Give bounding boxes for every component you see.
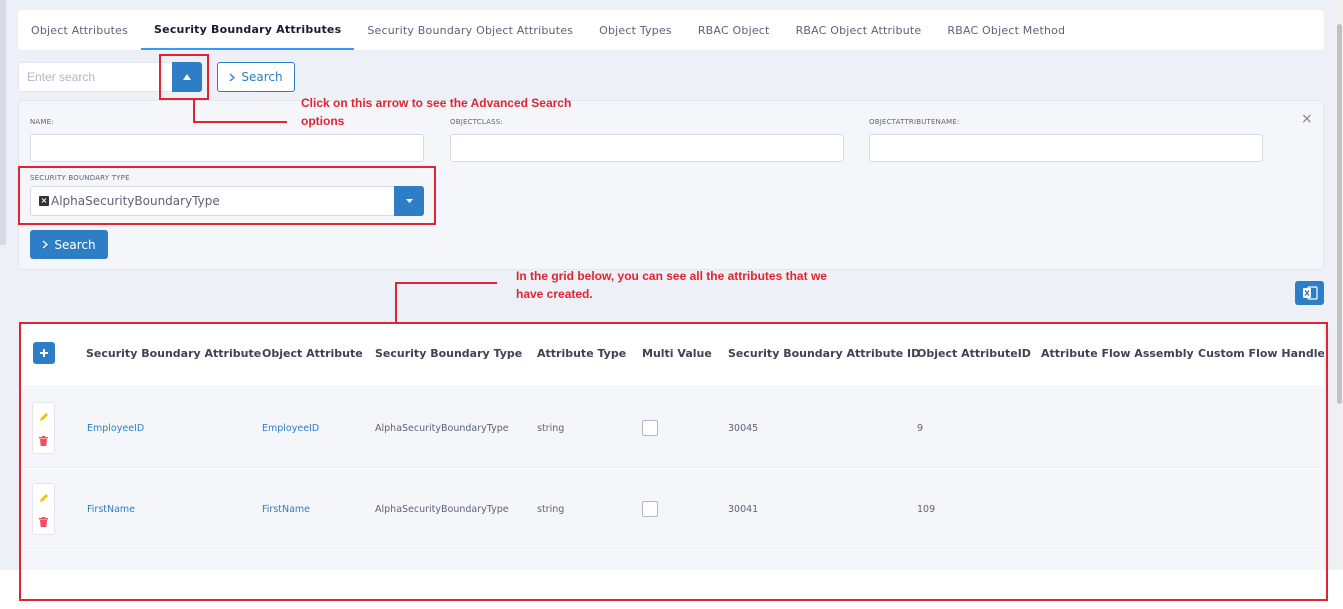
tab-bar: Object Attributes Security Boundary Attr… <box>18 10 1324 50</box>
annotation-highlight-grid <box>19 322 1328 601</box>
objectattributename-label: OBJECTATTRIBUTENAME: <box>869 118 960 126</box>
advanced-search-button-label: Search <box>54 237 96 252</box>
annotation-highlight-arrow <box>159 54 209 100</box>
chevron-right-icon <box>42 240 49 249</box>
page-scrollbar[interactable] <box>1336 0 1343 570</box>
search-input[interactable] <box>18 62 173 92</box>
objectclass-label: OBJECTCLASS: <box>450 118 503 126</box>
advanced-search-button[interactable]: Search <box>30 230 108 259</box>
tab-rbac-object-attribute[interactable]: RBAC Object Attribute <box>783 10 935 50</box>
annotation-grid-note-line1: In the grid below, you can see all the a… <box>516 269 827 283</box>
name-label: NAME: <box>30 118 54 126</box>
objectclass-field[interactable] <box>450 134 844 162</box>
name-field[interactable] <box>30 134 424 162</box>
tab-security-boundary-attributes[interactable]: Security Boundary Attributes <box>141 10 355 50</box>
objectattributename-field[interactable] <box>869 134 1263 162</box>
tab-rbac-object-method[interactable]: RBAC Object Method <box>934 10 1078 50</box>
left-scroll-strip <box>0 0 6 245</box>
close-icon[interactable]: × <box>1301 112 1313 126</box>
annotation-arrow-note-line2: options <box>301 114 345 128</box>
tab-object-types[interactable]: Object Types <box>586 10 685 50</box>
search-button-label: Search <box>241 70 283 84</box>
scrollbar-thumb[interactable] <box>1337 24 1342 404</box>
annotation-grid-connector-horizontal <box>395 282 497 284</box>
tab-object-attributes[interactable]: Object Attributes <box>18 10 141 50</box>
annotation-grid-note-line2: have created. <box>516 287 593 301</box>
search-button[interactable]: Search <box>217 62 295 92</box>
annotation-connector-vertical <box>193 100 195 122</box>
chevron-right-icon <box>229 73 236 81</box>
annotation-connector-horizontal <box>193 121 287 123</box>
annotation-grid-connector-vertical <box>395 282 397 323</box>
excel-export-button[interactable] <box>1295 281 1324 305</box>
annotation-highlight-sbt <box>18 166 436 225</box>
excel-icon <box>1302 286 1318 300</box>
annotation-arrow-note-line1: Click on this arrow to see the Advanced … <box>301 96 572 110</box>
tab-rbac-object[interactable]: RBAC Object <box>685 10 783 50</box>
tab-security-boundary-object-attributes[interactable]: Security Boundary Object Attributes <box>354 10 586 50</box>
